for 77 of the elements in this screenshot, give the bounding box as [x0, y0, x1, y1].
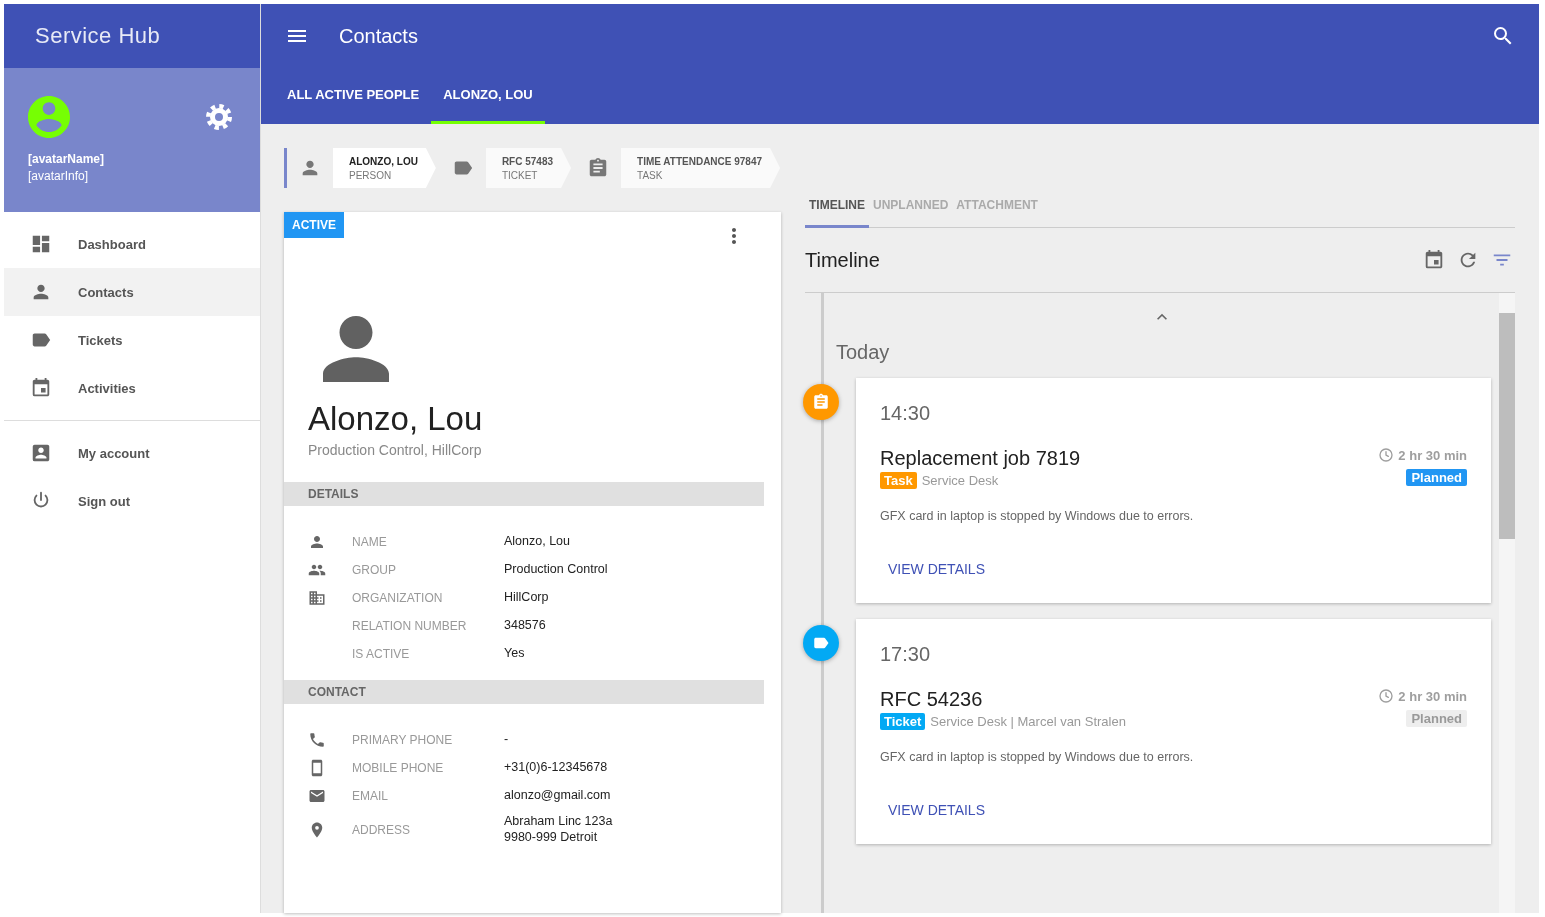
- event-time: 14:30: [880, 402, 932, 425]
- calendar-icon: [30, 377, 52, 399]
- section-header: DETAILS: [284, 482, 764, 506]
- breadcrumb-title: TIME ATTENDANCE 97847: [637, 155, 763, 167]
- day-heading: Today: [836, 341, 891, 364]
- nav-item[interactable]: My account: [4, 429, 260, 477]
- breadcrumb-title: ALONZO, LOU: [349, 155, 418, 167]
- breadcrumb-title: RFC 57483: [501, 155, 554, 167]
- tab[interactable]: ALONZO, LOU: [431, 68, 545, 124]
- type-tag: Task: [880, 472, 917, 489]
- field-label: EMAIL: [352, 789, 389, 803]
- field-value: 348576: [504, 618, 546, 634]
- field-label: GROUP: [352, 563, 397, 577]
- field-label: RELATION NUMBER: [352, 619, 468, 633]
- view-details-button[interactable]: VIEW DETAILS: [880, 557, 993, 581]
- contact-subtitle: Production Control, HillCorp: [308, 442, 483, 458]
- status-badge: ACTIVE: [284, 212, 344, 238]
- timeline-title: Timeline: [805, 248, 880, 272]
- breadcrumb[interactable]: RFC 57483 TICKET: [439, 148, 572, 188]
- person-icon: [323, 316, 389, 382]
- duration: 2 hr 30 min: [1398, 447, 1467, 463]
- breadcrumb[interactable]: ALONZO, LOU PERSON: [284, 148, 436, 188]
- building-icon: [308, 589, 326, 607]
- clock-icon: [1378, 447, 1395, 463]
- field-value: Production Control: [504, 562, 608, 578]
- event-meta: Service Desk: [921, 473, 999, 488]
- field-label: PRIMARY PHONE: [352, 733, 454, 747]
- field-label: MOBILE PHONE: [352, 761, 445, 775]
- section-header: CONTACT: [284, 680, 764, 704]
- nav-item[interactable]: Contacts: [4, 268, 260, 316]
- profile-info: [avatarInfo]: [28, 169, 90, 183]
- account-icon: [30, 442, 52, 464]
- field-value: Alonzo, Lou: [504, 534, 571, 550]
- settings-icon[interactable]: [204, 102, 234, 132]
- view-details-button[interactable]: VIEW DETAILS: [880, 798, 993, 822]
- contact-name: Alonzo, Lou: [308, 400, 484, 438]
- event-title: RFC 54236: [880, 688, 984, 711]
- field-value: alonzo@gmail.com: [504, 788, 611, 804]
- nav-item[interactable]: Tickets: [4, 316, 260, 364]
- event-meta: Service Desk | Marcel van Stralen: [930, 714, 1126, 729]
- field-value: -: [504, 732, 509, 748]
- breadcrumb-type: TASK: [637, 169, 664, 181]
- person-icon: [308, 533, 326, 551]
- event-time: 17:30: [880, 643, 932, 666]
- field-label: IS ACTIVE: [352, 647, 411, 661]
- clock-icon: [1378, 688, 1395, 704]
- field-value: +31(0)6-12345678: [504, 760, 608, 776]
- nav-item[interactable]: Sign out: [4, 477, 260, 525]
- event-description: GFX card in laptop is stopped by Windows due to errors.: [880, 750, 1195, 764]
- breadcrumb-type: TICKET: [501, 169, 539, 181]
- field-label: ORGANIZATION: [352, 591, 444, 605]
- breadcrumb-type: PERSON: [349, 169, 393, 181]
- tab[interactable]: ALL ACTIVE PEOPLE: [275, 68, 432, 124]
- nav-item[interactable]: Activities: [4, 364, 260, 412]
- avatar-icon: [28, 96, 70, 138]
- tab[interactable]: TIMELINE: [805, 195, 869, 228]
- field-value: HillCorp: [504, 590, 549, 606]
- event-title: Replacement job 7819: [880, 447, 1081, 470]
- app-title: Service Hub: [35, 23, 161, 49]
- status-badge: Planned: [1406, 469, 1467, 486]
- type-tag: Ticket: [880, 713, 926, 730]
- field-label: ADDRESS: [352, 822, 411, 837]
- duration: 2 hr 30 min: [1398, 688, 1467, 704]
- email-icon: [308, 787, 326, 805]
- field-value: Abraham Linc 123a 9980-999 Detroit: [504, 814, 613, 846]
- nav-item[interactable]: Dashboard: [4, 220, 260, 268]
- breadcrumb[interactable]: TIME ATTENDANCE 97847 TASK: [575, 148, 781, 188]
- status-badge: Planned: [1406, 710, 1467, 727]
- scrollbar[interactable]: [1499, 293, 1515, 913]
- field-label: NAME: [352, 535, 388, 549]
- field-value: Yes: [504, 646, 525, 662]
- event-description: GFX card in laptop is stopped by Windows due to errors.: [880, 509, 1195, 523]
- phone-icon: [308, 731, 326, 749]
- dashboard-icon: [30, 233, 52, 255]
- calendar-icon[interactable]: [1423, 249, 1445, 271]
- profile-name: [avatarName]: [28, 152, 106, 166]
- page-title: Contacts: [339, 24, 419, 48]
